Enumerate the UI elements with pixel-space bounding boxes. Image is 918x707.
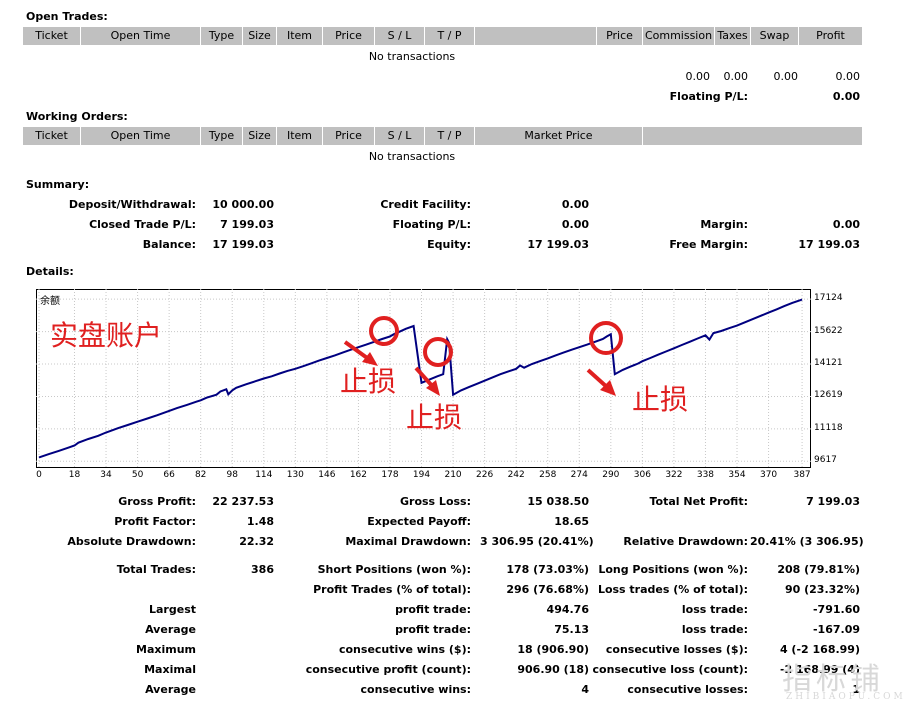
total-trades-label: Total Trades: [116, 563, 196, 576]
maximal-profit-value: 906.90 (18) [517, 663, 589, 676]
max-drawdown-value: 3 306.95 (20.41%) [480, 535, 594, 548]
watermark-url: ZHIBIAOPU.COM [786, 692, 906, 702]
profit-trades-value: 296 (76.68%) [506, 583, 589, 596]
max-cons-wins-label: consecutive wins ($): [338, 643, 471, 656]
maximal-label: Maximal [144, 663, 196, 676]
rel-drawdown-value: 20.41% (3 306.95) [750, 535, 864, 548]
largest-loss-label: loss trade: [681, 603, 748, 616]
maximum-label: Maximum [136, 643, 196, 656]
expected-payoff-label: Expected Payoff: [367, 515, 471, 528]
rel-drawdown-label: Relative Drawdown: [623, 535, 748, 548]
annotation-stop-loss-1: 止损 [340, 365, 397, 398]
max-cons-losses-label: consecutive losses ($): [605, 643, 748, 656]
annotation-circle-1 [369, 316, 399, 346]
avg-loss-value: -167.09 [812, 623, 860, 636]
largest-profit-value: 494.76 [546, 603, 589, 616]
largest-loss-value: -791.60 [812, 603, 860, 616]
avg-cons-losses-label: consecutive losses: [627, 683, 748, 696]
annotation-live-account: 实盘账户 [50, 319, 163, 352]
largest-label: Largest [149, 603, 196, 616]
avg-cons-wins-label: consecutive wins: [360, 683, 471, 696]
average2-label: Average [145, 683, 196, 696]
avg-loss-label: loss trade: [681, 623, 748, 636]
average-label: Average [145, 623, 196, 636]
long-positions-label: Long Positions (won %): [598, 563, 748, 576]
gross-profit-label: Gross Profit: [118, 495, 196, 508]
abs-drawdown-value: 22.32 [239, 535, 274, 548]
maximal-loss-label: consecutive loss (count): [592, 663, 748, 676]
long-positions-value: 208 (79.81%) [777, 563, 860, 576]
gross-profit-value: 22 237.53 [212, 495, 274, 508]
short-positions-value: 178 (73.03%) [506, 563, 589, 576]
gross-loss-label: Gross Loss: [400, 495, 471, 508]
largest-profit-label: profit trade: [395, 603, 471, 616]
avg-profit-label: profit trade: [395, 623, 471, 636]
gross-loss-value: 15 038.50 [527, 495, 589, 508]
loss-trades-value: 90 (23.32%) [784, 583, 860, 596]
total-trades-value: 386 [251, 563, 274, 576]
avg-profit-value: 75.13 [554, 623, 589, 636]
annotation-circle-3 [589, 321, 623, 355]
max-drawdown-label: Maximal Drawdown: [345, 535, 471, 548]
expected-payoff-value: 18.65 [554, 515, 589, 528]
profit-factor-value: 1.48 [246, 515, 274, 528]
net-profit-value: 7 199.03 [806, 495, 860, 508]
annotation-stop-loss-2: 止损 [406, 401, 463, 434]
loss-trades-label: Loss trades (% of total): [597, 583, 748, 596]
short-positions-label: Short Positions (won %): [317, 563, 471, 576]
maximal-profit-label: consecutive profit (count): [305, 663, 471, 676]
profit-factor-label: Profit Factor: [114, 515, 196, 528]
abs-drawdown-label: Absolute Drawdown: [67, 535, 196, 548]
annotation-circle-2 [423, 337, 453, 367]
avg-cons-wins-value: 4 [581, 683, 589, 696]
profit-trades-label: Profit Trades (% of total): [313, 583, 471, 596]
net-profit-label: Total Net Profit: [649, 495, 749, 508]
max-cons-wins-value: 18 (906.90) [517, 643, 589, 656]
annotation-stop-loss-3: 止损 [632, 383, 689, 416]
